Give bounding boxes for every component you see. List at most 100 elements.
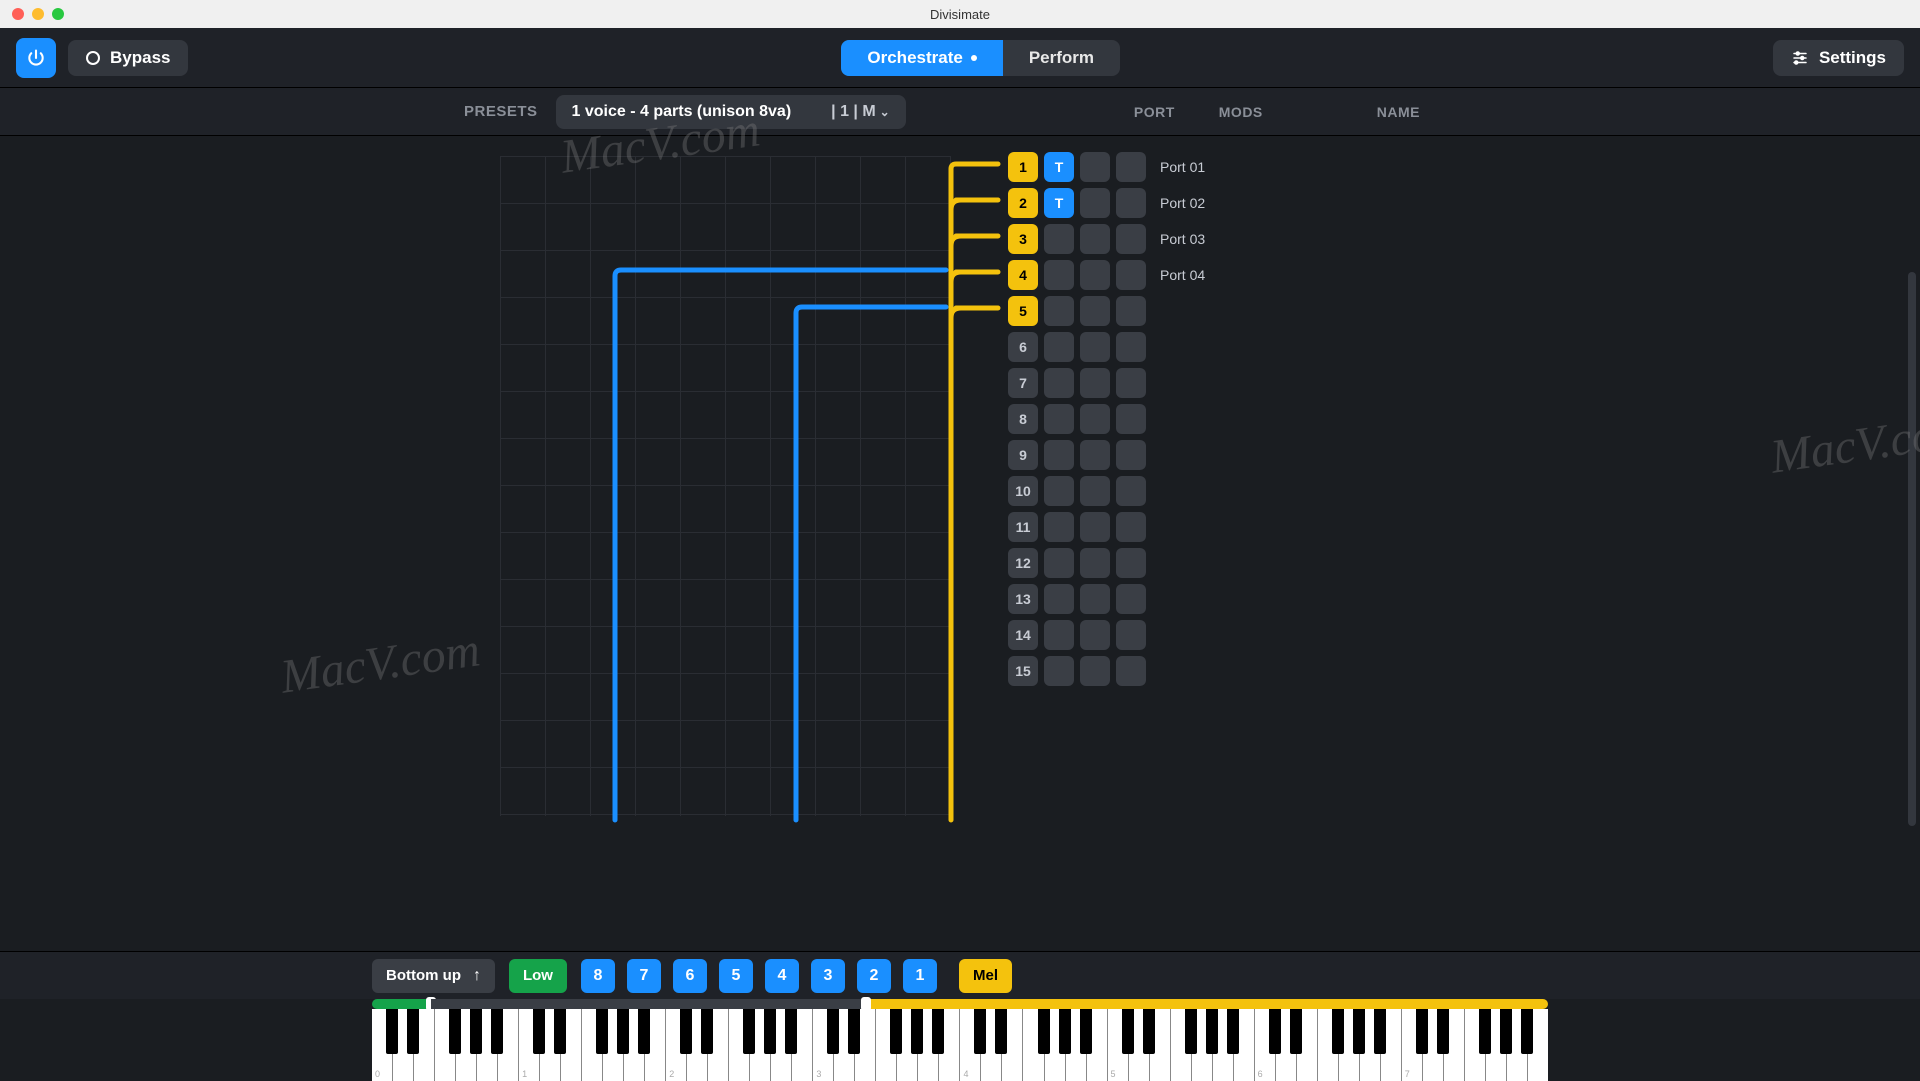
black-key[interactable] — [617, 1009, 629, 1054]
routing-grid[interactable] — [500, 156, 950, 816]
port-number-button[interactable]: 7 — [1008, 368, 1038, 398]
mod-slot[interactable] — [1116, 584, 1146, 614]
mod-slot[interactable] — [1044, 584, 1074, 614]
black-key[interactable] — [911, 1009, 923, 1054]
black-key[interactable] — [1269, 1009, 1281, 1054]
mod-slot[interactable] — [1116, 332, 1146, 362]
port-number-button[interactable]: 2 — [1008, 188, 1038, 218]
black-key[interactable] — [848, 1009, 860, 1054]
mod-slot[interactable] — [1080, 224, 1110, 254]
mod-slot[interactable] — [1116, 620, 1146, 650]
mod-slot[interactable] — [1044, 512, 1074, 542]
mod-slot[interactable] — [1116, 404, 1146, 434]
power-button[interactable] — [16, 38, 56, 78]
scrollbar[interactable] — [1908, 272, 1916, 826]
white-key[interactable] — [1023, 1009, 1044, 1081]
mod-slot[interactable] — [1116, 476, 1146, 506]
black-key[interactable] — [1374, 1009, 1386, 1054]
voice-button[interactable]: 2 — [857, 959, 891, 993]
port-number-button[interactable]: 8 — [1008, 404, 1038, 434]
tab-perform[interactable]: Perform — [1003, 40, 1120, 76]
mod-slot[interactable] — [1044, 548, 1074, 578]
white-key[interactable]: 0 — [372, 1009, 393, 1081]
port-number-button[interactable]: 9 — [1008, 440, 1038, 470]
white-key[interactable]: 2 — [666, 1009, 687, 1081]
black-key[interactable] — [470, 1009, 482, 1054]
mod-slot[interactable] — [1044, 296, 1074, 326]
tab-orchestrate[interactable]: Orchestrate — [841, 40, 1002, 76]
mod-slot[interactable] — [1044, 368, 1074, 398]
black-key[interactable] — [743, 1009, 755, 1054]
mod-slot[interactable] — [1080, 152, 1110, 182]
port-number-button[interactable]: 6 — [1008, 332, 1038, 362]
mod-slot[interactable] — [1116, 224, 1146, 254]
mod-slot[interactable] — [1044, 620, 1074, 650]
mod-slot[interactable] — [1080, 548, 1110, 578]
mod-slot[interactable] — [1080, 404, 1110, 434]
preset-selector[interactable]: 1 voice - 4 parts (unison 8va) | 1 | M ⌄ — [556, 95, 906, 129]
black-key[interactable] — [386, 1009, 398, 1054]
mod-slot[interactable] — [1116, 260, 1146, 290]
black-key[interactable] — [995, 1009, 1007, 1054]
black-key[interactable] — [1479, 1009, 1491, 1054]
white-key[interactable]: 7 — [1402, 1009, 1423, 1081]
white-key[interactable]: 6 — [1255, 1009, 1276, 1081]
black-key[interactable] — [1290, 1009, 1302, 1054]
mod-slot[interactable] — [1116, 656, 1146, 686]
black-key[interactable] — [1080, 1009, 1092, 1054]
mod-slot[interactable] — [1044, 440, 1074, 470]
voice-button[interactable]: 4 — [765, 959, 799, 993]
white-key[interactable]: 5 — [1108, 1009, 1129, 1081]
mod-slot[interactable] — [1044, 332, 1074, 362]
black-key[interactable] — [890, 1009, 902, 1054]
black-key[interactable] — [1059, 1009, 1071, 1054]
port-number-button[interactable]: 14 — [1008, 620, 1038, 650]
black-key[interactable] — [491, 1009, 503, 1054]
mod-slot[interactable] — [1116, 296, 1146, 326]
mod-slot[interactable] — [1116, 152, 1146, 182]
black-key[interactable] — [554, 1009, 566, 1054]
mod-slot[interactable] — [1044, 224, 1074, 254]
mod-slot[interactable] — [1044, 656, 1074, 686]
white-key[interactable] — [876, 1009, 897, 1081]
mod-slot[interactable] — [1080, 656, 1110, 686]
port-number-button[interactable]: 10 — [1008, 476, 1038, 506]
mod-slot[interactable] — [1080, 260, 1110, 290]
mod-slot[interactable]: T — [1044, 152, 1074, 182]
voice-button[interactable]: 7 — [627, 959, 661, 993]
mod-slot[interactable] — [1116, 188, 1146, 218]
white-key[interactable] — [1171, 1009, 1192, 1081]
white-key[interactable] — [1318, 1009, 1339, 1081]
port-number-button[interactable]: 13 — [1008, 584, 1038, 614]
black-key[interactable] — [701, 1009, 713, 1054]
low-button[interactable]: Low — [509, 959, 567, 993]
mod-slot[interactable] — [1080, 620, 1110, 650]
mod-slot[interactable] — [1116, 440, 1146, 470]
close-window-button[interactable] — [12, 8, 24, 20]
black-key[interactable] — [1437, 1009, 1449, 1054]
port-number-button[interactable]: 1 — [1008, 152, 1038, 182]
black-key[interactable] — [449, 1009, 461, 1054]
black-key[interactable] — [533, 1009, 545, 1054]
voice-button[interactable]: 3 — [811, 959, 845, 993]
black-key[interactable] — [827, 1009, 839, 1054]
mod-slot[interactable] — [1044, 404, 1074, 434]
port-number-button[interactable]: 5 — [1008, 296, 1038, 326]
mod-slot[interactable]: T — [1044, 188, 1074, 218]
black-key[interactable] — [1122, 1009, 1134, 1054]
black-key[interactable] — [932, 1009, 944, 1054]
mod-slot[interactable] — [1080, 476, 1110, 506]
mod-slot[interactable] — [1080, 512, 1110, 542]
white-key[interactable] — [1465, 1009, 1486, 1081]
white-key[interactable] — [435, 1009, 456, 1081]
black-key[interactable] — [1038, 1009, 1050, 1054]
mod-slot[interactable] — [1080, 584, 1110, 614]
maximize-window-button[interactable] — [52, 8, 64, 20]
mod-slot[interactable] — [1080, 440, 1110, 470]
black-key[interactable] — [638, 1009, 650, 1054]
voice-button[interactable]: 1 — [903, 959, 937, 993]
black-key[interactable] — [1416, 1009, 1428, 1054]
white-key[interactable]: 3 — [813, 1009, 834, 1081]
black-key[interactable] — [1143, 1009, 1155, 1054]
white-key[interactable]: 4 — [960, 1009, 981, 1081]
